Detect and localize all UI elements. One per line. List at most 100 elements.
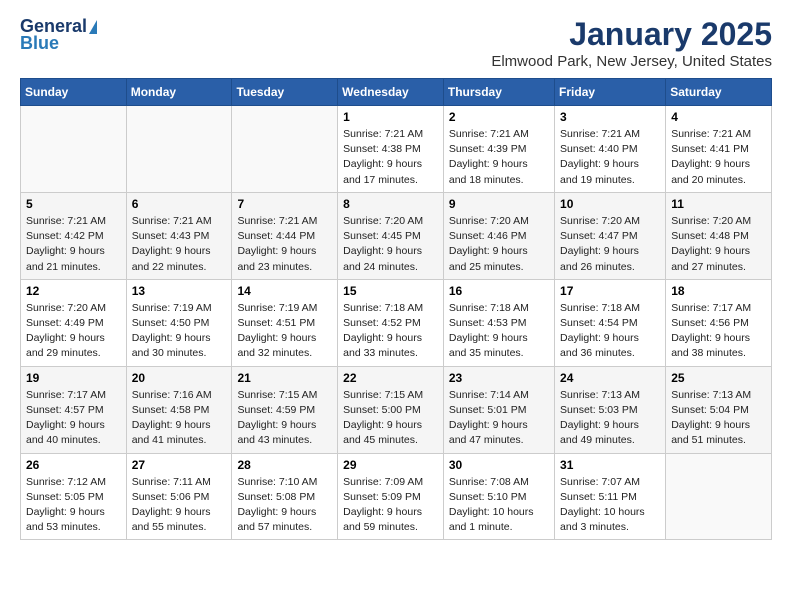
day-number: 17: [560, 284, 660, 298]
day-info: Sunrise: 7:12 AM Sunset: 5:05 PM Dayligh…: [26, 475, 121, 536]
day-header-wednesday: Wednesday: [338, 79, 444, 106]
day-number: 25: [671, 371, 766, 385]
day-number: 15: [343, 284, 438, 298]
calendar-cell: 1 Sunrise: 7:21 AM Sunset: 4:38 PM Daylig…: [338, 106, 444, 193]
day-number: 19: [26, 371, 121, 385]
day-number: 22: [343, 371, 438, 385]
day-info: Sunrise: 7:13 AM Sunset: 5:03 PM Dayligh…: [560, 388, 660, 449]
day-info: Sunrise: 7:17 AM Sunset: 4:56 PM Dayligh…: [671, 301, 766, 362]
calendar-cell: [126, 106, 232, 193]
calendar-cell: 21 Sunrise: 7:15 AM Sunset: 4:59 PM Dayli…: [232, 366, 338, 453]
day-number: 30: [449, 458, 549, 472]
day-number: 5: [26, 197, 121, 211]
calendar-cell: 19 Sunrise: 7:17 AM Sunset: 4:57 PM Dayli…: [21, 366, 127, 453]
calendar-cell: 26 Sunrise: 7:12 AM Sunset: 5:05 PM Dayli…: [21, 453, 127, 540]
day-number: 11: [671, 197, 766, 211]
logo: General Blue: [20, 16, 97, 54]
day-info: Sunrise: 7:17 AM Sunset: 4:57 PM Dayligh…: [26, 388, 121, 449]
calendar-cell: [232, 106, 338, 193]
month-title: January 2025: [491, 16, 772, 53]
day-info: Sunrise: 7:16 AM Sunset: 4:58 PM Dayligh…: [132, 388, 227, 449]
week-row-1: 1 Sunrise: 7:21 AM Sunset: 4:38 PM Daylig…: [21, 106, 772, 193]
calendar-cell: 29 Sunrise: 7:09 AM Sunset: 5:09 PM Dayli…: [338, 453, 444, 540]
day-info: Sunrise: 7:13 AM Sunset: 5:04 PM Dayligh…: [671, 388, 766, 449]
calendar-cell: 20 Sunrise: 7:16 AM Sunset: 4:58 PM Dayli…: [126, 366, 232, 453]
day-number: 2: [449, 110, 549, 124]
day-number: 28: [237, 458, 332, 472]
day-info: Sunrise: 7:21 AM Sunset: 4:38 PM Dayligh…: [343, 127, 438, 188]
day-number: 8: [343, 197, 438, 211]
calendar-cell: 11 Sunrise: 7:20 AM Sunset: 4:48 PM Dayli…: [666, 192, 772, 279]
calendar-cell: 12 Sunrise: 7:20 AM Sunset: 4:49 PM Dayli…: [21, 279, 127, 366]
day-header-saturday: Saturday: [666, 79, 772, 106]
day-info: Sunrise: 7:15 AM Sunset: 5:00 PM Dayligh…: [343, 388, 438, 449]
day-number: 21: [237, 371, 332, 385]
calendar-cell: 18 Sunrise: 7:17 AM Sunset: 4:56 PM Dayli…: [666, 279, 772, 366]
calendar-cell: 10Sunrise: 7:20 AM Sunset: 4:47 PM Dayli…: [555, 192, 666, 279]
calendar-cell: 8 Sunrise: 7:20 AM Sunset: 4:45 PM Daylig…: [338, 192, 444, 279]
title-area: January 2025 Elmwood Park, New Jersey, U…: [491, 16, 772, 70]
day-number: 18: [671, 284, 766, 298]
day-info: Sunrise: 7:19 AM Sunset: 4:50 PM Dayligh…: [132, 301, 227, 362]
calendar-cell: 14 Sunrise: 7:19 AM Sunset: 4:51 PM Dayli…: [232, 279, 338, 366]
calendar-cell: 15 Sunrise: 7:18 AM Sunset: 4:52 PM Dayli…: [338, 279, 444, 366]
logo-blue: Blue: [20, 33, 59, 54]
calendar-cell: [21, 106, 127, 193]
week-row-5: 26 Sunrise: 7:12 AM Sunset: 5:05 PM Dayli…: [21, 453, 772, 540]
week-row-3: 12 Sunrise: 7:20 AM Sunset: 4:49 PM Dayli…: [21, 279, 772, 366]
calendar-cell: 3Sunrise: 7:21 AM Sunset: 4:40 PM Daylig…: [555, 106, 666, 193]
calendar-cell: 9 Sunrise: 7:20 AM Sunset: 4:46 PM Daylig…: [443, 192, 554, 279]
calendar-cell: 5 Sunrise: 7:21 AM Sunset: 4:42 PM Daylig…: [21, 192, 127, 279]
day-number: 9: [449, 197, 549, 211]
day-number: 14: [237, 284, 332, 298]
day-number: 12: [26, 284, 121, 298]
day-number: 6: [132, 197, 227, 211]
day-info: Sunrise: 7:19 AM Sunset: 4:51 PM Dayligh…: [237, 301, 332, 362]
day-header-tuesday: Tuesday: [232, 79, 338, 106]
day-number: 26: [26, 458, 121, 472]
calendar-cell: 7 Sunrise: 7:21 AM Sunset: 4:44 PM Daylig…: [232, 192, 338, 279]
day-number: 7: [237, 197, 332, 211]
day-number: 20: [132, 371, 227, 385]
day-info: Sunrise: 7:21 AM Sunset: 4:42 PM Dayligh…: [26, 214, 121, 275]
day-header-thursday: Thursday: [443, 79, 554, 106]
calendar-table: SundayMondayTuesdayWednesdayThursdayFrid…: [20, 78, 772, 540]
day-info: Sunrise: 7:20 AM Sunset: 4:46 PM Dayligh…: [449, 214, 549, 275]
day-info: Sunrise: 7:18 AM Sunset: 4:52 PM Dayligh…: [343, 301, 438, 362]
day-number: 29: [343, 458, 438, 472]
week-row-2: 5 Sunrise: 7:21 AM Sunset: 4:42 PM Daylig…: [21, 192, 772, 279]
calendar-cell: 4Sunrise: 7:21 AM Sunset: 4:41 PM Daylig…: [666, 106, 772, 193]
calendar-cell: 13Sunrise: 7:19 AM Sunset: 4:50 PM Dayli…: [126, 279, 232, 366]
day-info: Sunrise: 7:18 AM Sunset: 4:54 PM Dayligh…: [560, 301, 660, 362]
calendar-cell: 28 Sunrise: 7:10 AM Sunset: 5:08 PM Dayli…: [232, 453, 338, 540]
day-info: Sunrise: 7:21 AM Sunset: 4:39 PM Dayligh…: [449, 127, 549, 188]
day-number: 27: [132, 458, 227, 472]
day-number: 16: [449, 284, 549, 298]
day-info: Sunrise: 7:14 AM Sunset: 5:01 PM Dayligh…: [449, 388, 549, 449]
day-info: Sunrise: 7:20 AM Sunset: 4:45 PM Dayligh…: [343, 214, 438, 275]
calendar-cell: 23 Sunrise: 7:14 AM Sunset: 5:01 PM Dayli…: [443, 366, 554, 453]
calendar-cell: 24 Sunrise: 7:13 AM Sunset: 5:03 PM Dayli…: [555, 366, 666, 453]
calendar-cell: 17 Sunrise: 7:18 AM Sunset: 4:54 PM Dayli…: [555, 279, 666, 366]
day-header-monday: Monday: [126, 79, 232, 106]
calendar-cell: 31Sunrise: 7:07 AM Sunset: 5:11 PM Dayli…: [555, 453, 666, 540]
calendar-cell: 27Sunrise: 7:11 AM Sunset: 5:06 PM Dayli…: [126, 453, 232, 540]
day-number: 1: [343, 110, 438, 124]
calendar-cell: 25 Sunrise: 7:13 AM Sunset: 5:04 PM Dayli…: [666, 366, 772, 453]
day-info: Sunrise: 7:08 AM Sunset: 5:10 PM Dayligh…: [449, 475, 549, 536]
day-info: Sunrise: 7:07 AM Sunset: 5:11 PM Dayligh…: [560, 475, 660, 536]
calendar-cell: 16Sunrise: 7:18 AM Sunset: 4:53 PM Dayli…: [443, 279, 554, 366]
day-info: Sunrise: 7:21 AM Sunset: 4:40 PM Dayligh…: [560, 127, 660, 188]
location-title: Elmwood Park, New Jersey, United States: [491, 53, 772, 70]
day-number: 4: [671, 110, 766, 124]
day-info: Sunrise: 7:20 AM Sunset: 4:48 PM Dayligh…: [671, 214, 766, 275]
day-info: Sunrise: 7:21 AM Sunset: 4:44 PM Dayligh…: [237, 214, 332, 275]
day-info: Sunrise: 7:10 AM Sunset: 5:08 PM Dayligh…: [237, 475, 332, 536]
day-info: Sunrise: 7:15 AM Sunset: 4:59 PM Dayligh…: [237, 388, 332, 449]
logo-triangle-icon: [89, 20, 97, 34]
day-info: Sunrise: 7:20 AM Sunset: 4:49 PM Dayligh…: [26, 301, 121, 362]
day-number: 24: [560, 371, 660, 385]
day-header-sunday: Sunday: [21, 79, 127, 106]
day-info: Sunrise: 7:09 AM Sunset: 5:09 PM Dayligh…: [343, 475, 438, 536]
day-number: 23: [449, 371, 549, 385]
